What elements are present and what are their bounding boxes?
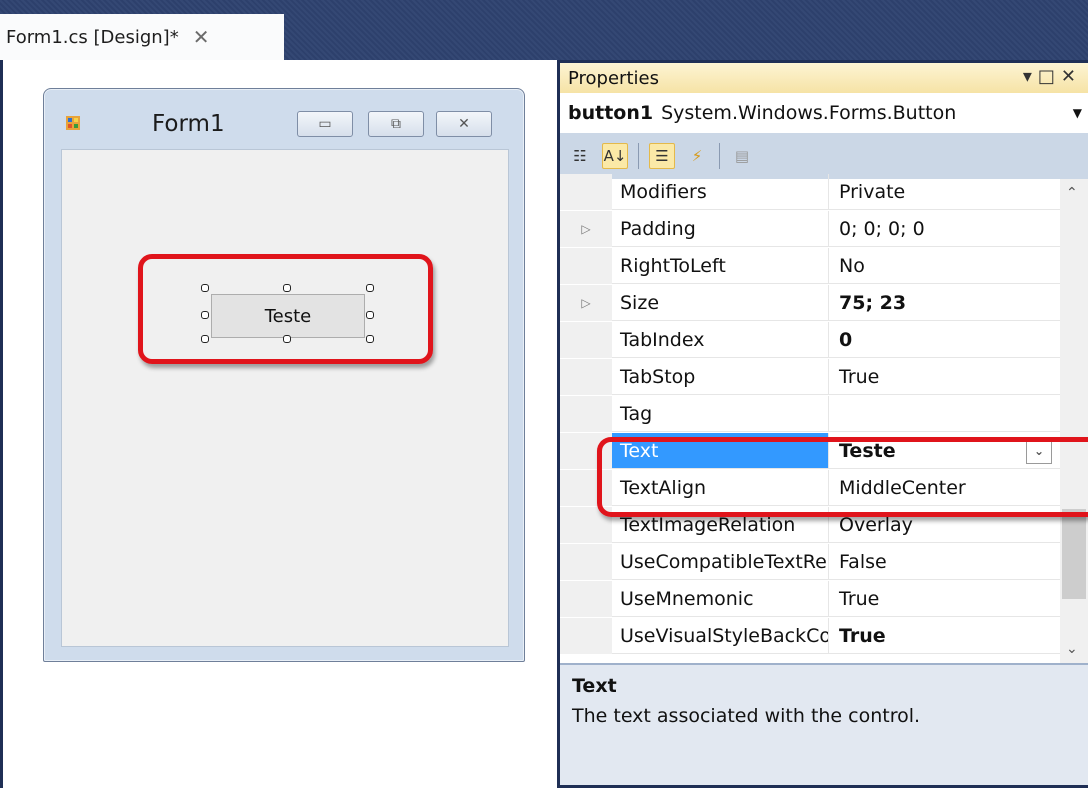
property-value[interactable]: No: [829, 248, 1060, 284]
maximize-icon: ⧉: [391, 116, 401, 132]
property-grid-scrollbar[interactable]: ⌃ ⌄: [1060, 179, 1088, 663]
property-name[interactable]: UseMnemonic: [612, 581, 829, 617]
property-row[interactable]: UseCompatibleTextRendering False: [560, 544, 1060, 580]
property-row[interactable]: ▷ Padding 0; 0; 0; 0: [560, 211, 1060, 247]
close-icon[interactable]: ✕: [1061, 66, 1082, 87]
toolbar-separator: [719, 143, 720, 169]
row-gutter: [560, 396, 612, 432]
property-value[interactable]: True: [829, 618, 1060, 654]
property-value-text: 0; 0; 0; 0: [839, 217, 925, 240]
property-value[interactable]: 75; 23: [829, 285, 1060, 321]
description-title: Text: [572, 675, 617, 697]
properties-title: Properties: [568, 67, 659, 89]
properties-header-icons: ▾□✕: [1023, 66, 1082, 87]
object-name: button1: [568, 102, 654, 124]
form-titlebar[interactable]: Form1 ▭ ⧉ ✕: [44, 89, 524, 149]
row-gutter: [560, 581, 612, 617]
expand-arrow-icon[interactable]: ▷: [560, 211, 612, 247]
property-value[interactable]: True: [829, 581, 1060, 617]
property-row[interactable]: TabStop True: [560, 359, 1060, 395]
events-icon[interactable]: ⚡: [685, 144, 709, 168]
property-name[interactable]: TabIndex: [612, 322, 829, 358]
maximize-icon[interactable]: □: [1038, 66, 1061, 87]
row-gutter: [560, 322, 612, 358]
property-value-text: True: [839, 624, 886, 647]
property-name[interactable]: TabStop: [612, 359, 829, 395]
property-value[interactable]: False: [829, 544, 1060, 580]
highlight-box-text-property: [597, 437, 1088, 517]
row-gutter: [560, 618, 612, 654]
property-value[interactable]: Private: [829, 174, 1060, 210]
scroll-down-icon[interactable]: ⌄: [1066, 641, 1078, 657]
categorized-icon[interactable]: ☷: [568, 144, 592, 168]
property-row[interactable]: ▷ Size 75; 23: [560, 285, 1060, 321]
alphabetical-icon[interactable]: A↓: [602, 143, 628, 169]
close-button[interactable]: ✕: [436, 111, 492, 137]
dropdown-arrow-icon[interactable]: ▾: [1023, 66, 1038, 87]
property-value-text: Private: [839, 180, 906, 203]
maximize-button[interactable]: ⧉: [368, 111, 424, 137]
object-selector[interactable]: button1 System.Windows.Forms.Button ▼: [560, 93, 1088, 133]
property-row[interactable]: RightToLeft No: [560, 248, 1060, 284]
property-name[interactable]: UseVisualStyleBackColor: [612, 618, 829, 654]
description-pane: Text The text associated with the contro…: [560, 663, 1088, 785]
form-window[interactable]: Form1 ▭ ⧉ ✕: [43, 88, 525, 662]
object-type: System.Windows.Forms.Button: [661, 102, 957, 124]
property-value-text: False: [839, 550, 887, 573]
properties-panel: Properties ▾□✕ button1 System.Windows.Fo…: [557, 60, 1088, 788]
chevron-down-icon[interactable]: ▼: [1073, 106, 1082, 120]
row-gutter: [560, 359, 612, 395]
close-icon: ✕: [458, 116, 470, 132]
document-tab[interactable]: Form1.cs [Design]* ✕: [0, 14, 284, 60]
property-value-text: No: [839, 254, 865, 277]
description-text: The text associated with the control.: [572, 705, 921, 727]
form-icon: [66, 116, 80, 130]
property-value-text: 0: [839, 328, 853, 351]
minimize-icon: ▭: [318, 116, 332, 132]
minimize-button[interactable]: ▭: [297, 111, 353, 137]
scroll-thumb[interactable]: [1062, 509, 1086, 599]
properties-header: Properties ▾□✕: [560, 63, 1088, 93]
property-row[interactable]: TabIndex 0: [560, 322, 1060, 358]
properties-icon[interactable]: ☰: [649, 143, 675, 169]
toolbar-separator: [638, 143, 639, 169]
form-title: Form1: [152, 111, 225, 137]
property-pages-icon[interactable]: ▤: [730, 144, 754, 168]
property-name[interactable]: Padding: [612, 211, 829, 247]
close-icon[interactable]: ✕: [193, 25, 210, 49]
property-name[interactable]: Tag: [612, 396, 829, 432]
property-value-text: True: [839, 587, 880, 610]
row-gutter: [560, 174, 612, 210]
property-grid[interactable]: Modifiers Private ▷ Padding 0; 0; 0; 0 RightT…: [560, 174, 1088, 663]
scroll-up-icon[interactable]: ⌃: [1066, 185, 1078, 201]
property-name[interactable]: RightToLeft: [612, 248, 829, 284]
property-value[interactable]: [829, 396, 1060, 432]
property-row[interactable]: UseMnemonic True: [560, 581, 1060, 617]
property-value[interactable]: True: [829, 359, 1060, 395]
property-name[interactable]: Size: [612, 285, 829, 321]
document-tab-title: Form1.cs [Design]*: [6, 26, 179, 48]
row-gutter: [560, 544, 612, 580]
form-client-area[interactable]: [61, 149, 509, 647]
property-row[interactable]: UseVisualStyleBackColor True: [560, 618, 1060, 654]
property-value[interactable]: 0: [829, 322, 1060, 358]
row-gutter: [560, 248, 612, 284]
property-value-text: True: [839, 365, 880, 388]
property-name[interactable]: UseCompatibleTextRendering: [612, 544, 829, 580]
property-row[interactable]: Tag: [560, 396, 1060, 432]
property-name[interactable]: Modifiers: [612, 174, 829, 210]
property-row[interactable]: Modifiers Private: [560, 174, 1060, 210]
expand-arrow-icon[interactable]: ▷: [560, 285, 612, 321]
property-value[interactable]: 0; 0; 0; 0: [829, 211, 1060, 247]
property-value-text: 75; 23: [839, 291, 907, 314]
highlight-box-button: [138, 254, 433, 364]
properties-toolbar: ☷ A↓ ☰ ⚡ ▤: [560, 133, 1088, 179]
